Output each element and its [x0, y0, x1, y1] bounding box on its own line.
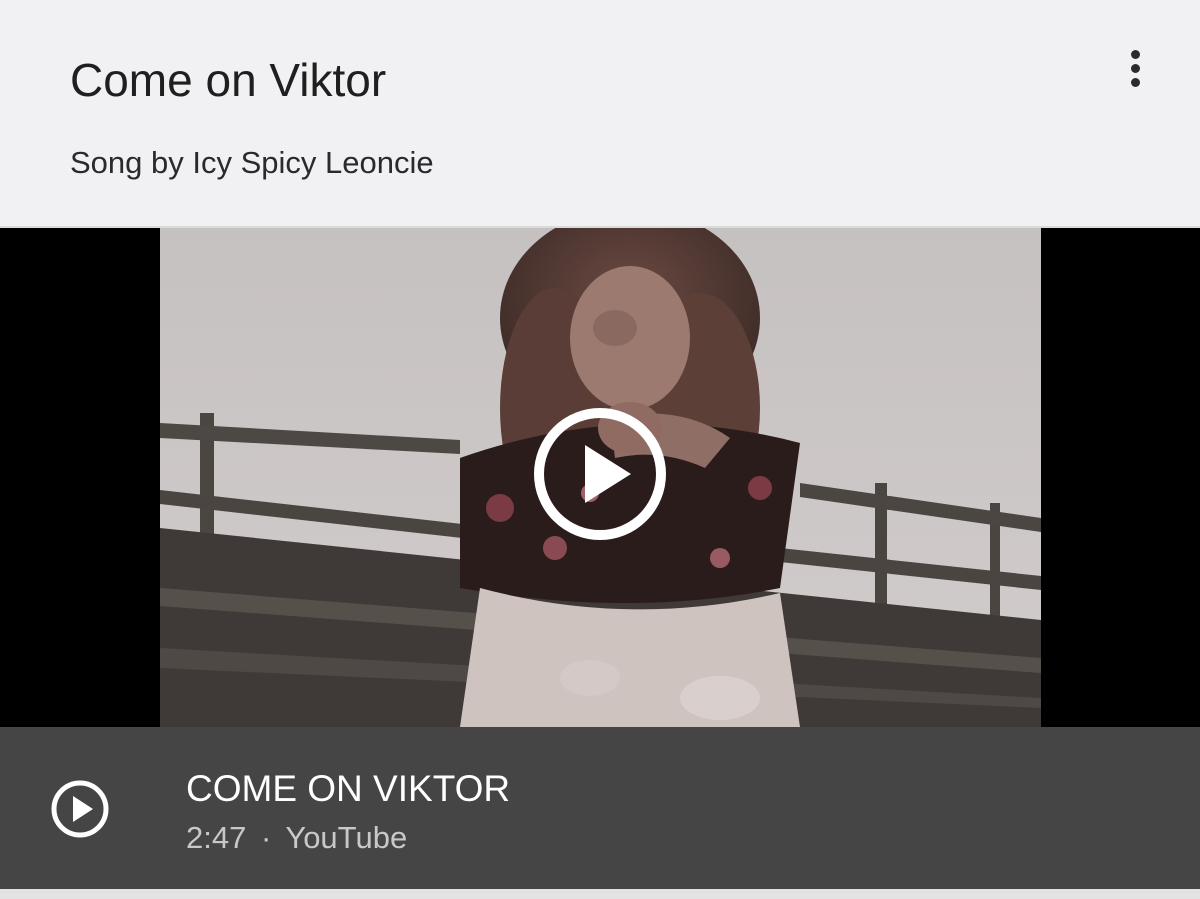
more-vert-icon[interactable]	[1110, 38, 1162, 94]
bottom-divider	[0, 889, 1200, 899]
song-title: Come on Viktor	[70, 54, 387, 106]
video-player[interactable]	[0, 228, 1200, 727]
meta-separator: ·	[260, 820, 272, 855]
menu-dot	[1131, 50, 1140, 59]
video-source: YouTube	[285, 820, 408, 855]
video-meta: 2:47 · YouTube	[186, 819, 407, 857]
song-subtitle: Song by Icy Spicy Leoncie	[70, 145, 434, 180]
play-circle-icon[interactable]	[50, 779, 110, 839]
video-info-bar[interactable]: COME ON VIKTOR 2:47 · YouTube	[0, 727, 1200, 889]
card-header: Come on Viktor Song by Icy Spicy Leoncie	[0, 0, 1200, 226]
video-thumbnail[interactable]	[160, 228, 1041, 727]
video-title[interactable]: COME ON VIKTOR	[186, 767, 510, 811]
video-duration: 2:47	[186, 820, 247, 855]
menu-dot	[1131, 64, 1140, 73]
menu-dot	[1131, 78, 1140, 87]
play-button-overlay-icon[interactable]	[533, 407, 667, 541]
